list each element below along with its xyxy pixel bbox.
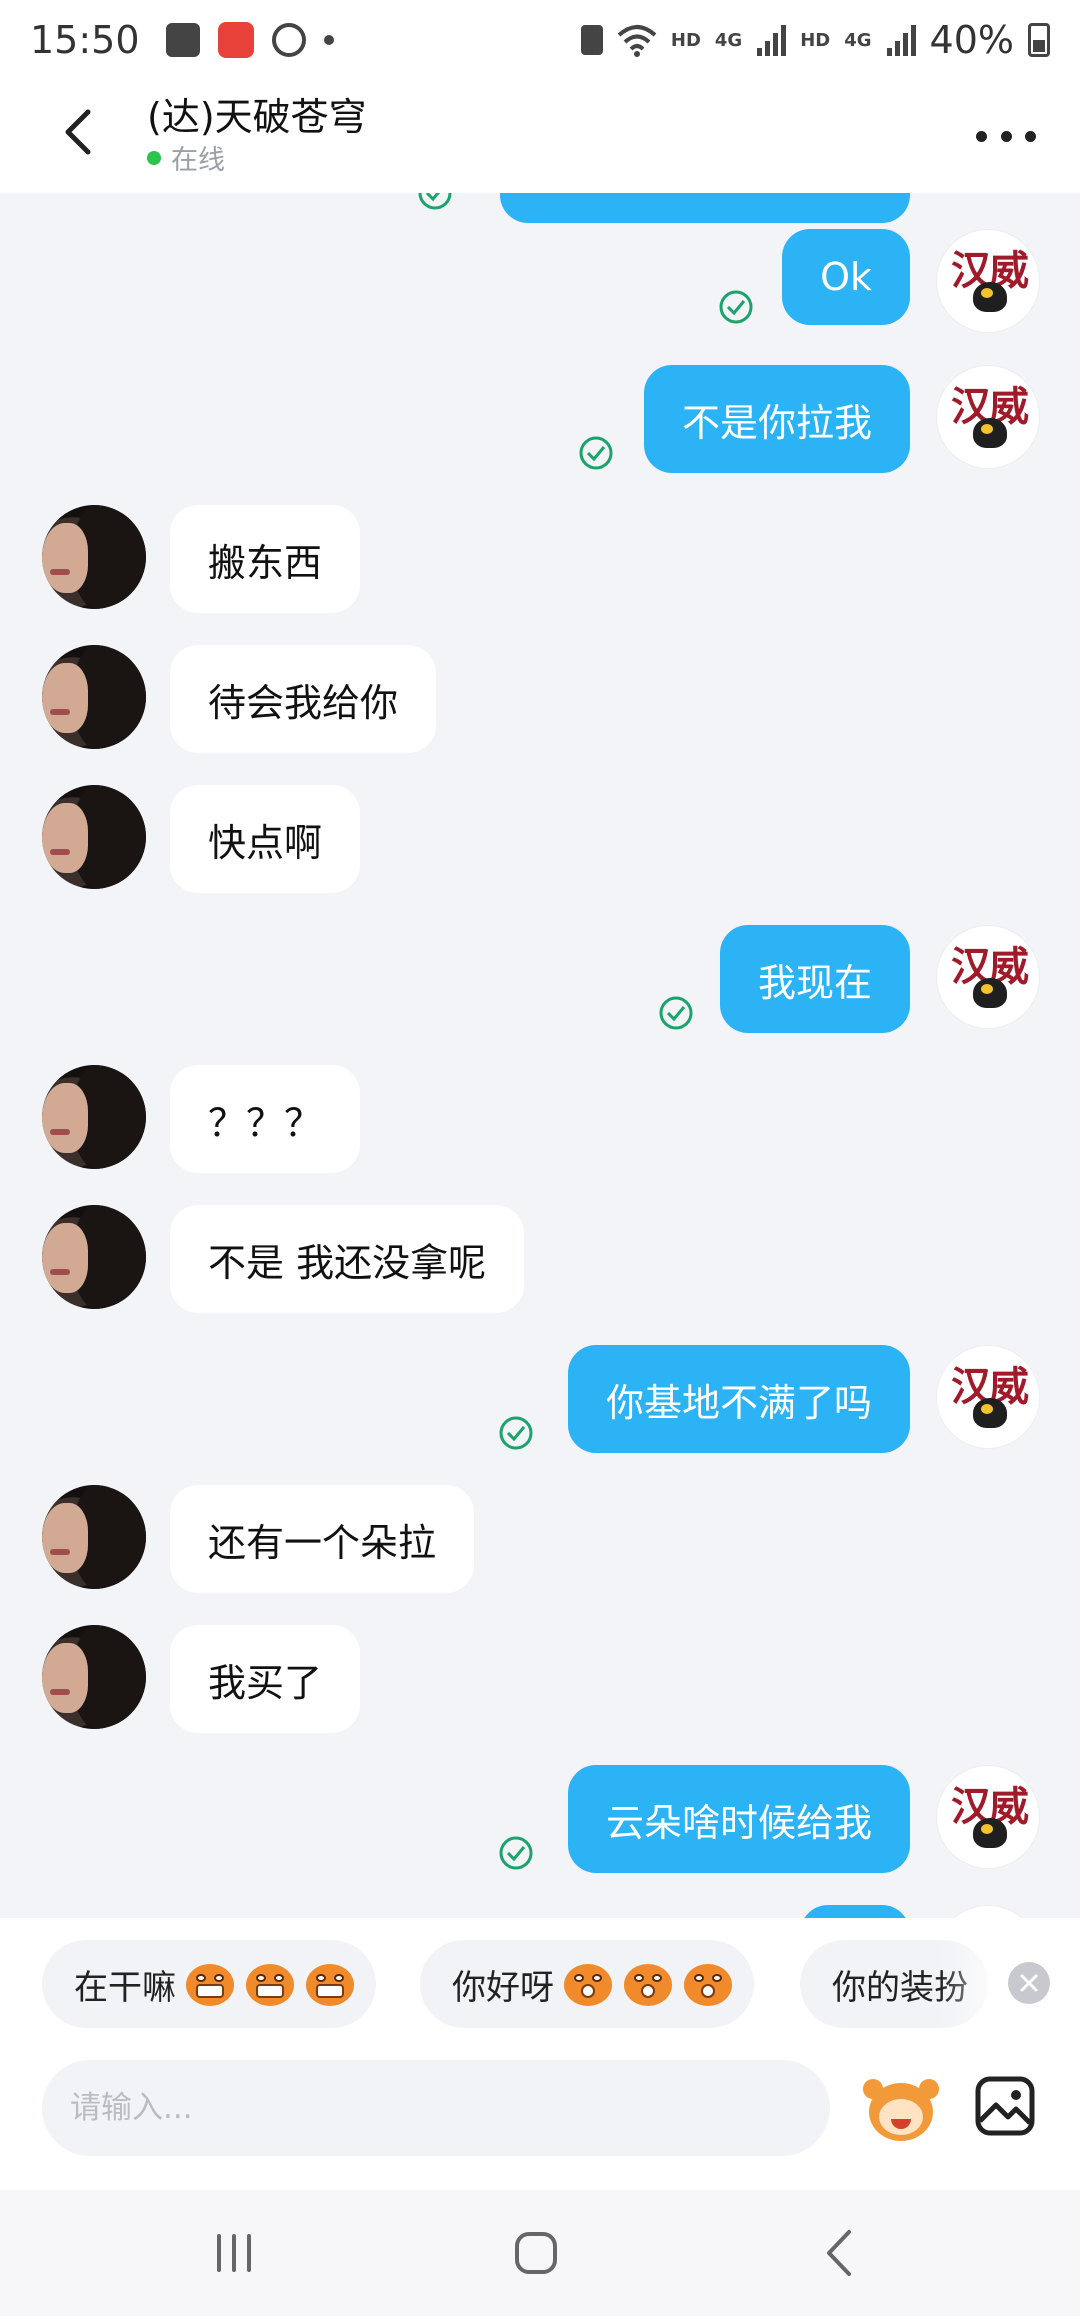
message-bubble-incoming[interactable]: 我买了	[170, 1625, 361, 1733]
quick-reply-chip[interactable]: 你好呀	[420, 1940, 754, 2028]
message-bubble-outgoing[interactable]: 我现在	[719, 925, 910, 1033]
monkey-grin-emoji-icon	[304, 1960, 356, 2008]
signal-icon-1	[757, 25, 787, 56]
read-check-icon	[499, 1836, 533, 1870]
contact-avatar[interactable]	[42, 645, 146, 749]
quick-reply-bar: 在干嘛 你好呀 你的装扮	[0, 1918, 1080, 2028]
recent-apps-icon	[217, 2234, 251, 2272]
monkey-grin-emoji-icon	[244, 1960, 296, 2008]
back-icon	[827, 2230, 851, 2276]
message-bubble-incoming[interactable]: 快点啊	[170, 785, 361, 893]
my-avatar[interactable]: 汉威	[936, 1345, 1040, 1449]
hd-label-2: HD	[800, 29, 831, 51]
battery-icon	[1028, 23, 1050, 57]
monkey-surprised-emoji-icon	[622, 1960, 674, 2008]
message-bubble-outgoing[interactable]: Ok	[782, 229, 910, 325]
contact-avatar[interactable]	[42, 1625, 146, 1729]
home-button[interactable]	[496, 2220, 576, 2286]
input-bar	[0, 2028, 1080, 2190]
message-text: 不是 我还没拿呢	[208, 1240, 487, 1285]
message-text: 云朵啥时候给我	[605, 1800, 872, 1845]
recycle-icon	[580, 25, 603, 55]
read-check-icon	[719, 290, 753, 324]
read-check-icon	[579, 436, 613, 470]
my-avatar[interactable]: 汉威	[936, 229, 1040, 333]
compass-notification-icon	[271, 23, 306, 57]
chat-title[interactable]: (达)天破苍穹	[147, 86, 367, 141]
my-avatar[interactable]: 汉威	[936, 925, 1040, 1029]
contact-avatar[interactable]	[42, 1205, 146, 1309]
presence-label: 在线	[171, 145, 225, 176]
message-text: 你基地不满了吗	[605, 1380, 872, 1425]
monkey-surprised-emoji-icon	[562, 1960, 614, 2008]
message-text: 不是你拉我	[681, 400, 872, 445]
read-check-icon	[659, 996, 693, 1030]
message-bubble-incoming[interactable]: ？？？	[170, 1065, 361, 1173]
monkey-surprised-emoji-icon	[682, 1960, 734, 2008]
online-dot-icon	[147, 150, 161, 165]
monkey-grin-emoji-icon	[184, 1960, 236, 2008]
hd-label-1: HD	[670, 29, 701, 51]
message-list[interactable]: 汉威 Ok 汉威 不是你拉我 搬东西 待会我给你 快点啊 汉威 我现在 ？？？ …	[0, 193, 1080, 1918]
message-text: 我买了	[208, 1660, 323, 1705]
message-bubble-incoming[interactable]: 不是 我还没拿呢	[170, 1205, 525, 1313]
status-bar: 15:50 HD 4G HD 4G 40%	[0, 0, 1080, 80]
my-avatar[interactable]: 汉威	[936, 365, 1040, 469]
message-text: 快点啊	[208, 820, 323, 865]
chat-header: (达)天破苍穹 在线	[0, 80, 1080, 193]
more-dots-icon	[976, 130, 987, 142]
message-text: ？？？	[208, 1100, 323, 1145]
message-text: 搬东西	[208, 540, 323, 585]
system-back-button[interactable]	[800, 2220, 880, 2286]
emoji-button[interactable]	[863, 2073, 939, 2143]
message-bubble-outgoing[interactable]: 云朵啥时候给我	[567, 1765, 910, 1873]
recent-apps-button[interactable]	[194, 2220, 274, 2286]
4g-label-2: 4G	[844, 29, 872, 51]
more-notifications-dot-icon	[323, 35, 334, 45]
close-quick-replies-button[interactable]	[1008, 1962, 1050, 2004]
4g-label-1: 4G	[714, 29, 743, 51]
back-button[interactable]	[48, 102, 108, 162]
presence-status: 在线	[147, 138, 225, 177]
more-options-button[interactable]	[976, 116, 1036, 156]
my-avatar[interactable]: 汉威	[936, 1905, 1040, 1918]
system-indicators: HD 4G HD 4G 40%	[580, 18, 1050, 62]
contact-avatar[interactable]	[42, 505, 146, 609]
message-bubble-incoming[interactable]: 还有一个朵拉	[170, 1485, 475, 1593]
message-text: Ok	[820, 255, 872, 299]
my-avatar[interactable]: 汉威	[936, 1765, 1040, 1869]
read-check-icon	[418, 193, 452, 210]
signal-icon-2	[886, 25, 916, 56]
message-bubble-outgoing[interactable]: 不是你拉我	[643, 365, 910, 473]
wifi-icon	[617, 25, 657, 57]
app-notification-icon	[217, 22, 254, 58]
contact-avatar[interactable]	[42, 1065, 146, 1169]
contact-avatar[interactable]	[42, 785, 146, 889]
image-button[interactable]	[974, 2075, 1036, 2137]
home-icon	[515, 2232, 557, 2274]
message-bubble-outgoing[interactable]: 你基地不满了吗	[567, 1345, 910, 1453]
close-icon	[1020, 1974, 1038, 1992]
message-text: 我现在	[757, 960, 872, 1005]
message-bubble-incoming[interactable]: 搬东西	[170, 505, 361, 613]
message-text: 还有一个朵拉	[208, 1520, 437, 1565]
image-icon	[975, 2076, 1035, 2136]
quick-reply-label: 你好呀	[452, 1967, 554, 2008]
message-bubble-cropped[interactable]	[800, 1905, 910, 1918]
contact-avatar[interactable]	[42, 1485, 146, 1589]
battery-percent: 40%	[929, 18, 1014, 62]
quick-reply-chip[interactable]: 在干嘛	[42, 1940, 376, 2028]
chevron-left-icon	[65, 109, 91, 155]
message-bubble-cropped[interactable]	[500, 193, 910, 223]
system-nav-bar	[0, 2190, 1080, 2316]
status-time: 15:50	[30, 18, 140, 62]
message-text: 待会我给你	[208, 680, 399, 725]
message-bubble-incoming[interactable]: 待会我给你	[170, 645, 437, 753]
quick-reply-label: 在干嘛	[74, 1967, 176, 2008]
gallery-notification-icon	[165, 23, 200, 57]
notification-icons	[165, 22, 334, 58]
message-input[interactable]	[42, 2060, 830, 2156]
read-check-icon	[499, 1416, 533, 1450]
